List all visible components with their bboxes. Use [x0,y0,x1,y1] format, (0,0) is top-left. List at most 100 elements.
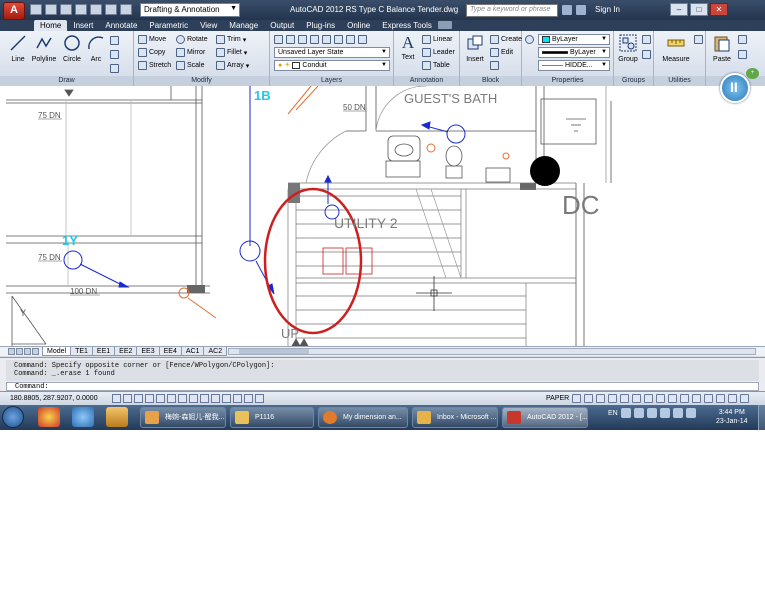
layer-off-icon[interactable] [298,35,307,44]
tab-plug-ins[interactable]: Plug-ins [300,20,341,31]
fillet-button[interactable]: Fillet ▾ [216,47,247,58]
groups-panel-label[interactable]: Groups [614,76,653,86]
hatch-button[interactable] [110,49,119,60]
taskbar-item-outlook[interactable]: Inbox - Microsoft ... [412,407,498,428]
application-menu-button[interactable]: A [3,2,25,20]
selection-cycling-icon[interactable] [255,394,264,403]
copy-button[interactable]: Copy [138,47,165,58]
group-edit-button[interactable] [642,49,651,60]
last-layout-icon[interactable] [32,348,39,355]
mirror-button[interactable]: Mirror [176,47,205,58]
steering-wheel-button[interactable]: II [720,73,750,103]
polar-icon[interactable] [156,394,165,403]
properties-panel-label[interactable]: Properties [522,76,613,86]
color-dropdown[interactable]: ByLayer ▼ [538,34,610,45]
tab-insert[interactable]: Insert [67,20,99,31]
workspace-switching-icon[interactable] [680,394,689,403]
otrack-icon[interactable] [189,394,198,403]
layout-tab-ee1[interactable]: EE1 [91,347,116,356]
steering-wheel-icon[interactable] [620,394,629,403]
linetype-dropdown[interactable]: ——— HIDDE... ▼ [538,60,610,71]
layer-properties-icon[interactable] [274,35,283,44]
leader-button[interactable]: Leader [422,47,455,58]
layer-lock-icon[interactable] [322,35,331,44]
layout-tab-model[interactable]: Model [42,347,72,356]
layer-previous-icon[interactable] [346,35,355,44]
horizontal-scrollbar[interactable] [228,348,756,355]
cut-button[interactable] [738,34,747,45]
coordinate-readout[interactable]: 180.8805, 287.9207, 0.0000 [10,395,98,402]
lineweight-icon[interactable] [222,394,231,403]
line-tool[interactable]: Line [6,34,30,63]
help-search-input[interactable]: Type a keyword or phrase [466,4,558,17]
tab-express-tools[interactable]: Express Tools [376,20,438,31]
tab-online[interactable]: Online [341,20,376,31]
previous-layout-icon[interactable] [16,348,23,355]
tab-annotate[interactable]: Annotate [99,20,143,31]
modify-panel-label[interactable]: Modify [134,76,269,86]
copy-clip-button[interactable] [738,49,747,60]
status-bar-menu-icon[interactable] [728,394,737,403]
redo-icon[interactable] [120,4,132,15]
layout-tab-ee3[interactable]: EE3 [136,347,160,356]
new-file-icon[interactable] [30,4,42,15]
scale-button[interactable]: Scale [176,60,205,71]
taskbar-item-firefox[interactable]: My dimension an... [318,407,408,428]
dyn-icon[interactable] [211,394,220,403]
drawing-canvas[interactable]: Y GUEST'S BATH UTILITY 2 DC UP 1B 1Y 50 … [0,86,765,346]
auto-scale-icon[interactable] [668,394,677,403]
move-button[interactable]: Move [138,34,166,45]
annotation-panel-label[interactable]: Annotation [394,76,459,86]
sign-in-button[interactable]: Sign In [595,5,620,14]
search-icon[interactable] [562,5,572,15]
annotation-visibility-icon[interactable] [656,394,665,403]
close-button[interactable]: ✕ [710,3,728,16]
isolate-objects-icon[interactable] [716,394,725,403]
circle-tool[interactable]: Circle [60,34,84,63]
match-properties-button[interactable] [525,34,534,45]
tab-view[interactable]: View [194,20,223,31]
linear-dimension-button[interactable]: Linear [422,34,452,45]
paste-tool[interactable]: Paste [710,34,734,63]
rotate-button[interactable]: Rotate [176,34,208,45]
grid-icon[interactable] [134,394,143,403]
region-button[interactable] [110,63,119,74]
start-button[interactable] [2,406,24,428]
table-button[interactable]: Table [422,60,450,71]
tab-manage[interactable]: Manage [223,20,264,31]
ungroup-button[interactable] [642,34,651,45]
quick-view-layouts-icon[interactable] [572,394,581,403]
ortho-icon[interactable] [145,394,154,403]
next-layout-icon[interactable] [24,348,31,355]
layout-tab-ee2[interactable]: EE2 [114,347,138,356]
chrome-icon[interactable] [38,407,60,427]
block-attributes-button[interactable] [490,60,499,71]
layout-tab-ee4[interactable]: EE4 [158,347,182,356]
tab-parametric[interactable]: Parametric [143,20,194,31]
ribbon-minimize-icon[interactable] [437,21,452,29]
layout-tab-te1[interactable]: TE1 [70,347,93,356]
pan-icon[interactable] [596,394,605,403]
osnap-icon[interactable] [167,394,176,403]
layer-freeze-icon[interactable] [310,35,319,44]
internet-explorer-icon[interactable] [72,407,94,427]
arc-tool[interactable]: Arc [84,34,108,63]
command-input[interactable]: Command: [6,382,759,391]
insert-block-tool[interactable]: Insert [463,34,487,63]
maximize-button[interactable]: □ [690,3,708,16]
lineweight-dropdown[interactable]: ByLayer ▼ [538,47,610,58]
keyboard-icon[interactable] [633,408,644,418]
showmotion-icon[interactable] [632,394,641,403]
group-tool[interactable]: Group [616,34,640,63]
workspace-switcher[interactable]: Drafting & Annotation ▼ [140,3,240,17]
create-block-button[interactable]: Create [490,34,522,45]
taskbar-item-folder[interactable]: P1116 [230,407,314,428]
trim-button[interactable]: Trim ▾ [216,34,246,45]
annotation-scale-icon[interactable] [644,394,653,403]
show-desktop-button[interactable] [758,405,765,430]
layer-match-icon[interactable] [334,35,343,44]
block-panel-label[interactable]: Block [460,76,521,86]
rectangle-button[interactable] [110,35,119,46]
utilities-panel-label[interactable]: Utilities [654,76,705,86]
scrollbar-thumb[interactable] [239,349,309,354]
